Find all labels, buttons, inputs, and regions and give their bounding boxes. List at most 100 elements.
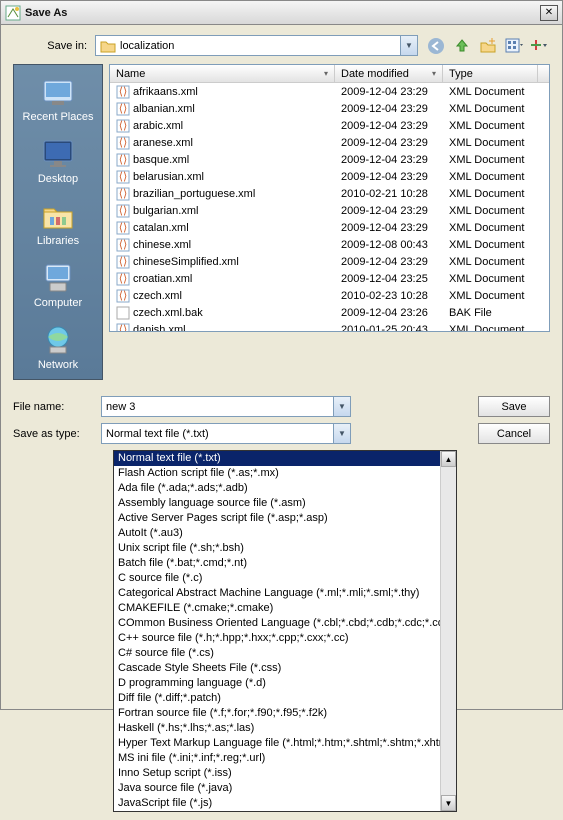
file-name: basque.xml	[133, 154, 189, 166]
type-option[interactable]: JavaScript file (*.js)	[114, 796, 456, 811]
file-type: XML Document	[443, 137, 538, 149]
file-row[interactable]: ⟨⟩brazilian_portuguese.xml2010-02-21 10:…	[110, 185, 549, 202]
file-date: 2009-12-04 23:26	[335, 307, 443, 319]
type-option[interactable]: Inno Setup script (*.iss)	[114, 766, 456, 781]
type-option[interactable]: Unix script file (*.sh;*.bsh)	[114, 541, 456, 556]
file-name-value: new 3	[106, 401, 135, 413]
type-option[interactable]: AutoIt (*.au3)	[114, 526, 456, 541]
scroll-up-icon[interactable]: ▲	[441, 451, 456, 467]
file-row[interactable]: ⟨⟩chinese.xml2009-12-08 00:43XML Documen…	[110, 236, 549, 253]
save-type-dropdown[interactable]: Normal text file (*.txt)Flash Action scr…	[113, 450, 457, 812]
recent-icon	[40, 73, 76, 109]
file-row[interactable]: ⟨⟩basque.xml2009-12-04 23:29XML Document	[110, 151, 549, 168]
type-option[interactable]: Hyper Text Markup Language file (*.html;…	[114, 736, 456, 751]
file-row[interactable]: ⟨⟩croatian.xml2009-12-04 23:25XML Docume…	[110, 270, 549, 287]
up-icon[interactable]	[452, 36, 472, 56]
type-option[interactable]: Assembly language source file (*.asm)	[114, 496, 456, 511]
save-in-value: localization	[120, 40, 174, 52]
type-option[interactable]: Normal text file (*.txt)	[114, 451, 456, 466]
type-option[interactable]: CMAKEFILE (*.cmake;*.cmake)	[114, 601, 456, 616]
file-type: XML Document	[443, 171, 538, 183]
type-option[interactable]: COmmon Business Oriented Language (*.cbl…	[114, 616, 456, 631]
type-option[interactable]: Cascade Style Sheets File (*.css)	[114, 661, 456, 676]
file-type: XML Document	[443, 273, 538, 285]
type-option[interactable]: Active Server Pages script file (*.asp;*…	[114, 511, 456, 526]
file-name: albanian.xml	[133, 103, 195, 115]
file-name: czech.xml.bak	[133, 307, 203, 319]
file-date: 2009-12-08 00:43	[335, 239, 443, 251]
xml-file-icon: ⟨⟩	[116, 255, 130, 269]
scrollbar[interactable]: ▲ ▼	[440, 451, 456, 811]
file-date: 2009-12-04 23:29	[335, 171, 443, 183]
chevron-down-icon[interactable]: ▼	[333, 424, 350, 443]
file-name-input[interactable]: new 3 ▼	[101, 396, 351, 417]
svg-text:⟨⟩: ⟨⟩	[119, 239, 128, 251]
file-type: XML Document	[443, 120, 538, 132]
file-row[interactable]: ⟨⟩bulgarian.xml2009-12-04 23:29XML Docum…	[110, 202, 549, 219]
sidebar-item-label: Recent Places	[14, 111, 102, 123]
xml-file-icon: ⟨⟩	[116, 170, 130, 184]
file-type: XML Document	[443, 154, 538, 166]
desktop-icon	[40, 135, 76, 171]
file-type: XML Document	[443, 324, 538, 333]
file-row[interactable]: ⟨⟩afrikaans.xml2009-12-04 23:29XML Docum…	[110, 83, 549, 100]
type-option[interactable]: Fortran source file (*.f;*.for;*.f90;*.f…	[114, 706, 456, 721]
file-row[interactable]: ⟨⟩aranese.xml2009-12-04 23:29XML Documen…	[110, 134, 549, 151]
type-option[interactable]: Haskell (*.hs;*.lhs;*.as;*.las)	[114, 721, 456, 736]
file-name: czech.xml	[133, 290, 182, 302]
type-option[interactable]: D programming language (*.d)	[114, 676, 456, 691]
file-date: 2009-12-04 23:29	[335, 137, 443, 149]
cancel-button[interactable]: Cancel	[478, 423, 550, 444]
file-row[interactable]: ⟨⟩arabic.xml2009-12-04 23:29XML Document	[110, 117, 549, 134]
sidebar-item-computer[interactable]: Computer	[14, 259, 102, 309]
back-icon[interactable]	[426, 36, 446, 56]
file-row[interactable]: ⟨⟩danish.xml2010-01-25 20:43XML Document	[110, 321, 549, 332]
chevron-down-icon[interactable]: ▼	[333, 397, 350, 416]
chevron-down-icon[interactable]: ▼	[400, 36, 417, 55]
save-type-combo[interactable]: Normal text file (*.txt) ▼	[101, 423, 351, 444]
file-row[interactable]: czech.xml.bak2009-12-04 23:26BAK File	[110, 304, 549, 321]
file-type: XML Document	[443, 205, 538, 217]
sidebar-item-label: Network	[14, 359, 102, 371]
file-row[interactable]: ⟨⟩catalan.xml2009-12-04 23:29XML Documen…	[110, 219, 549, 236]
file-name-label: File name:	[13, 401, 101, 413]
tool-dropdown-icon[interactable]	[530, 36, 550, 56]
places-sidebar: Recent Places Desktop Libraries Computer Net…	[13, 64, 103, 380]
sidebar-item-libraries[interactable]: Libraries	[14, 197, 102, 247]
computer-icon	[40, 259, 76, 295]
type-option[interactable]: Categorical Abstract Machine Language (*…	[114, 586, 456, 601]
file-name: afrikaans.xml	[133, 86, 198, 98]
type-option[interactable]: MS ini file (*.ini;*.inf;*.reg;*.url)	[114, 751, 456, 766]
svg-text:⟨⟩: ⟨⟩	[119, 120, 128, 132]
type-option[interactable]: Flash Action script file (*.as;*.mx)	[114, 466, 456, 481]
save-button[interactable]: Save	[478, 396, 550, 417]
type-option[interactable]: Java source file (*.java)	[114, 781, 456, 796]
type-option[interactable]: Diff file (*.diff;*.patch)	[114, 691, 456, 706]
sidebar-item-recent[interactable]: Recent Places	[14, 73, 102, 123]
file-row[interactable]: ⟨⟩belarusian.xml2009-12-04 23:29XML Docu…	[110, 168, 549, 185]
window-title: Save As	[25, 7, 540, 19]
file-row[interactable]: ⟨⟩albanian.xml2009-12-04 23:29XML Docume…	[110, 100, 549, 117]
libraries-icon	[40, 197, 76, 233]
scroll-down-icon[interactable]: ▼	[441, 795, 456, 811]
col-date[interactable]: Date modified▾	[335, 65, 443, 82]
file-date: 2009-12-04 23:29	[335, 205, 443, 217]
toolbar: Save in: localization ▼	[1, 25, 562, 64]
new-folder-icon[interactable]	[478, 36, 498, 56]
type-option[interactable]: C++ source file (*.h;*.hpp;*.hxx;*.cpp;*…	[114, 631, 456, 646]
type-option[interactable]: C# source file (*.cs)	[114, 646, 456, 661]
file-type: XML Document	[443, 103, 538, 115]
sidebar-item-desktop[interactable]: Desktop	[14, 135, 102, 185]
sidebar-item-network[interactable]: Network	[14, 321, 102, 371]
close-button[interactable]: ✕	[540, 5, 558, 21]
save-in-combo[interactable]: localization ▼	[95, 35, 418, 56]
type-option[interactable]: Batch file (*.bat;*.cmd;*.nt)	[114, 556, 456, 571]
file-row[interactable]: ⟨⟩czech.xml2010-02-23 10:28XML Document	[110, 287, 549, 304]
xml-file-icon: ⟨⟩	[116, 238, 130, 252]
type-option[interactable]: C source file (*.c)	[114, 571, 456, 586]
view-icon[interactable]	[504, 36, 524, 56]
file-row[interactable]: ⟨⟩chineseSimplified.xml2009-12-04 23:29X…	[110, 253, 549, 270]
col-name[interactable]: Name▾	[110, 65, 335, 82]
col-type[interactable]: Type	[443, 65, 538, 82]
type-option[interactable]: Ada file (*.ada;*.ads;*.adb)	[114, 481, 456, 496]
